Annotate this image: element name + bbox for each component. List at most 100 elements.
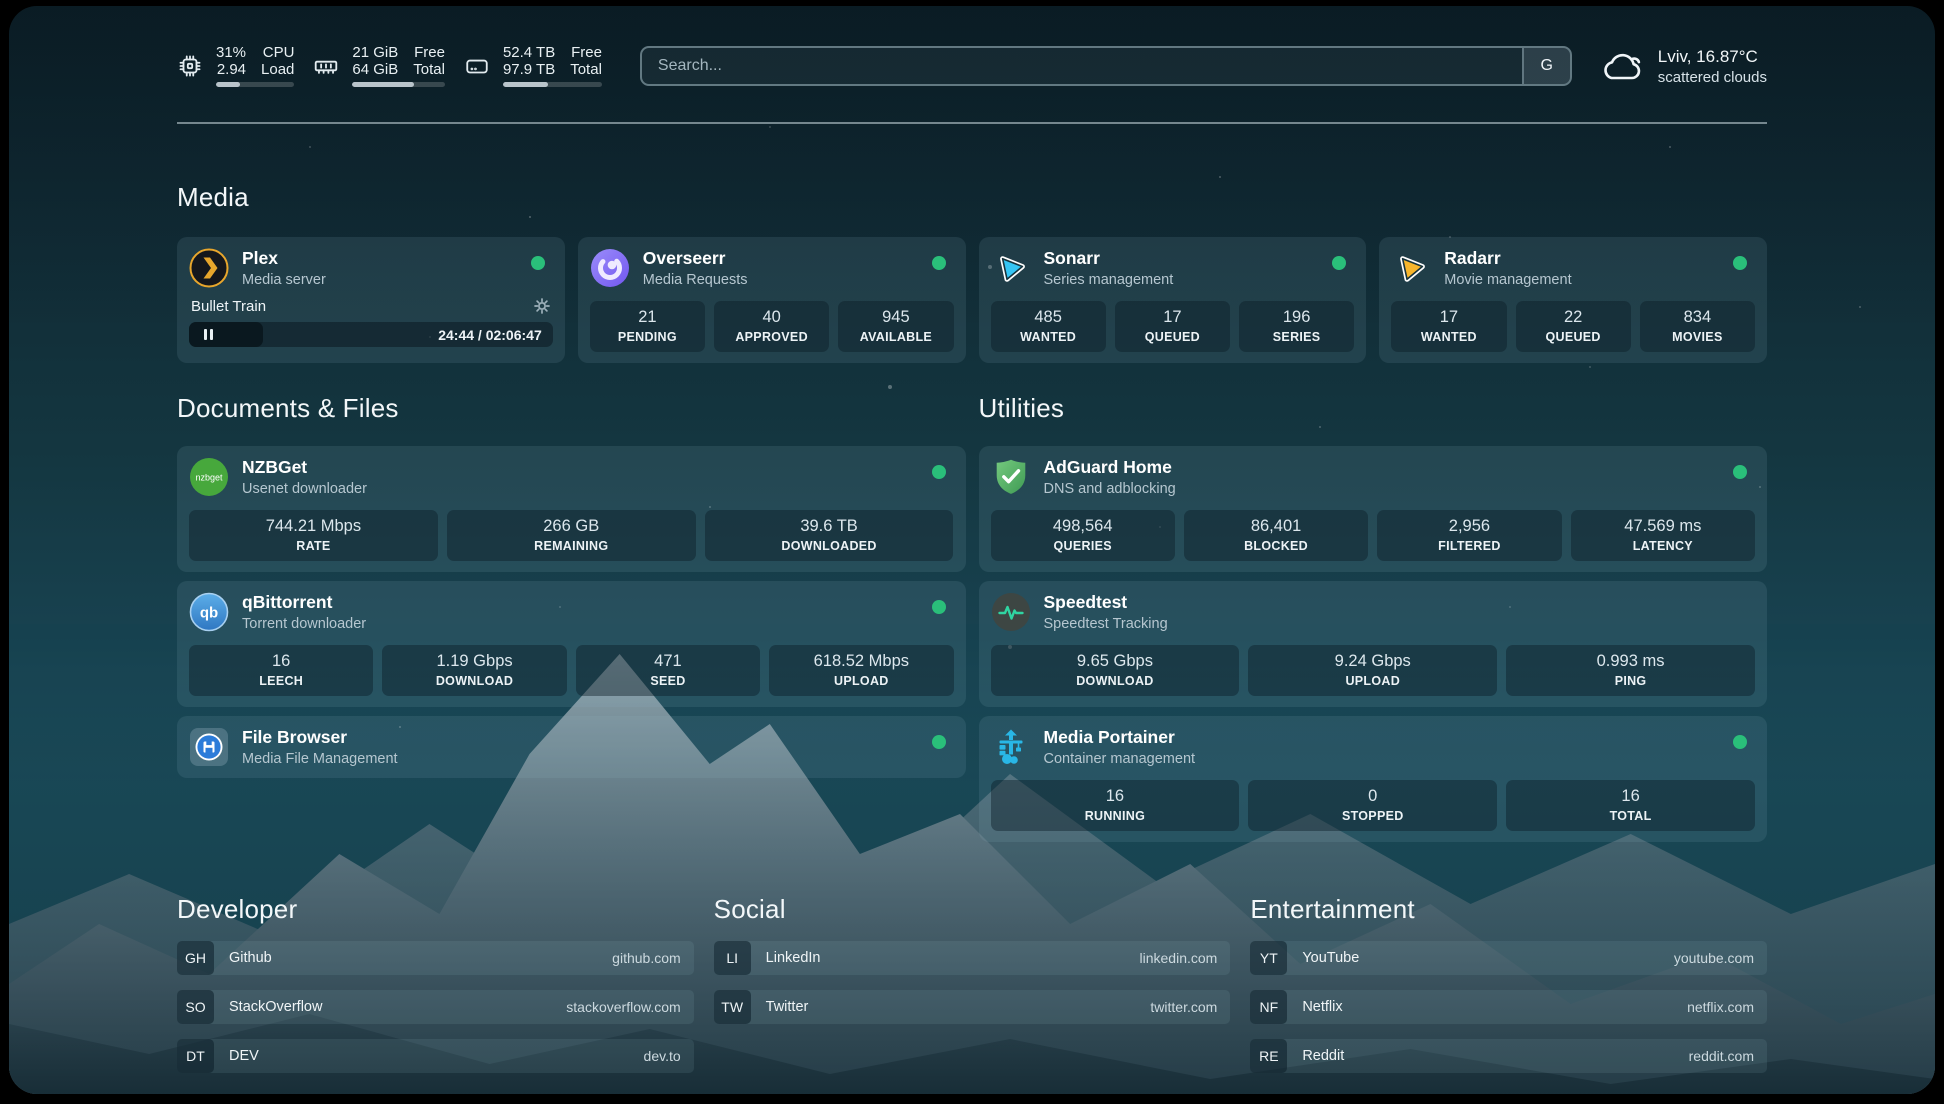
cpu-value-2: 2.94: [217, 62, 246, 78]
stat-approved: 40 APPROVED: [714, 301, 829, 352]
weather-condition: scattered clouds: [1658, 69, 1767, 86]
page-content: 31% CPU 2.94 Load: [9, 6, 1935, 1094]
bookmark-abbr: DT: [177, 1039, 214, 1073]
sonarr-stats: 485 WANTED 17 QUEUED 196 SERIES: [991, 301, 1355, 352]
disk-value-1: 52.4 TB: [503, 45, 555, 61]
overseerr-names: Overseerr Media Requests: [643, 248, 919, 288]
overseerr-card[interactable]: Overseerr Media Requests 21 PENDING 40 A…: [578, 237, 966, 363]
status-dot: [1733, 465, 1747, 479]
plex-now-playing: Bullet Train: [189, 297, 553, 315]
bookmark-url: github.com: [612, 950, 693, 966]
stat-label: WANTED: [997, 330, 1100, 344]
bookmark-dev[interactable]: DT DEV dev.to: [177, 1039, 694, 1073]
bookmark-group-title: Entertainment: [1250, 894, 1767, 925]
stat-label: PING: [1512, 674, 1749, 688]
plex-progress-bar[interactable]: 24:44 / 02:06:47: [189, 322, 553, 347]
memory-readout: 21 GiB Free 64 GiB Total: [352, 45, 445, 87]
status-dot: [932, 600, 946, 614]
svg-text:qb: qb: [200, 605, 218, 622]
stat-queued: 17 QUEUED: [1115, 301, 1230, 352]
svg-text:nzbget: nzbget: [195, 473, 223, 483]
pause-button[interactable]: [189, 322, 263, 347]
service-title: Plex: [242, 248, 518, 269]
stat-value: 40: [720, 308, 823, 327]
speedtest-stats: 9.65 Gbps DOWNLOAD 9.24 Gbps UPLOAD 0.99…: [991, 645, 1756, 696]
stat-label: DOWNLOAD: [388, 674, 560, 688]
cpu-readout: 31% CPU 2.94 Load: [216, 45, 294, 87]
sonarr-card[interactable]: Sonarr Series management 485 WANTED 17 Q…: [979, 237, 1367, 363]
pause-icon: [204, 329, 207, 340]
overseerr-stats: 21 PENDING 40 APPROVED 945 AVAILABLE: [590, 301, 954, 352]
stat-label: LEECH: [195, 674, 367, 688]
bookmark-netflix[interactable]: NF Netflix netflix.com: [1250, 990, 1767, 1024]
portainer-stats: 16 RUNNING 0 STOPPED 16 TOTAL: [991, 780, 1756, 831]
filebrowser-card[interactable]: File Browser Media File Management: [177, 716, 966, 778]
service-title: Media Portainer: [1044, 727, 1721, 748]
service-desc: Series management: [1044, 272, 1320, 288]
stat-wanted: 17 WANTED: [1391, 301, 1506, 352]
bookmark-name: Reddit: [1302, 1048, 1688, 1064]
adguard-card[interactable]: AdGuard Home DNS and adblocking 498,564 …: [979, 446, 1768, 572]
search-input[interactable]: [642, 48, 1522, 84]
filebrowser-header: File Browser Media File Management: [189, 727, 954, 767]
nzbget-card[interactable]: nzbget NZBGet Usenet downloader 744.21 M…: [177, 446, 966, 572]
bookmark-linkedin[interactable]: LI LinkedIn linkedin.com: [714, 941, 1231, 975]
cpu-widget: 31% CPU 2.94 Load: [177, 45, 294, 87]
bookmark-stackoverflow[interactable]: SO StackOverflow stackoverflow.com: [177, 990, 694, 1024]
stat-label: RATE: [195, 539, 432, 553]
stat-label: FILTERED: [1383, 539, 1555, 553]
bookmark-twitter[interactable]: TW Twitter twitter.com: [714, 990, 1231, 1024]
bookmark-github[interactable]: GH Github github.com: [177, 941, 694, 975]
service-title: qBittorrent: [242, 592, 919, 613]
stat-value: 17: [1397, 308, 1500, 327]
memory-widget: 21 GiB Free 64 GiB Total: [313, 45, 445, 87]
bookmark-reddit[interactable]: RE Reddit reddit.com: [1250, 1039, 1767, 1073]
speedtest-card[interactable]: Speedtest Speedtest Tracking 9.65 Gbps D…: [979, 581, 1768, 707]
stat-leech: 16 LEECH: [189, 645, 373, 696]
qbittorrent-stats: 16 LEECH 1.19 Gbps DOWNLOAD 471 SEED: [189, 645, 954, 696]
nzbget-icon: nzbget: [189, 457, 229, 497]
stat-value: 17: [1121, 308, 1224, 327]
stat-label: UPLOAD: [775, 674, 947, 688]
qbittorrent-names: qBittorrent Torrent downloader: [242, 592, 919, 632]
dashboard: 31% CPU 2.94 Load: [9, 6, 1935, 1094]
memory-label-1: Free: [414, 45, 445, 61]
status-dot: [932, 465, 946, 479]
bookmark-abbr: RE: [1250, 1039, 1287, 1073]
stat-value: 471: [582, 652, 754, 671]
stat-upload: 618.52 Mbps UPLOAD: [769, 645, 953, 696]
adguard-stats: 498,564 QUERIES 86,401 BLOCKED 2,956 FIL…: [991, 510, 1756, 561]
speedtest-icon: [991, 592, 1031, 632]
plex-card[interactable]: Plex Media server Bullet Train: [177, 237, 565, 363]
gear-icon[interactable]: [533, 297, 551, 315]
radarr-card[interactable]: Radarr Movie management 17 WANTED 22 QUE…: [1379, 237, 1767, 363]
stat-label: BLOCKED: [1190, 539, 1362, 553]
stat-download: 9.65 Gbps DOWNLOAD: [991, 645, 1240, 696]
stat-value: 618.52 Mbps: [775, 652, 947, 671]
radarr-header: Radarr Movie management: [1391, 248, 1755, 288]
stat-wanted: 485 WANTED: [991, 301, 1106, 352]
service-desc: Movie management: [1444, 272, 1720, 288]
stat-value: 9.24 Gbps: [1254, 652, 1491, 671]
service-desc: DNS and adblocking: [1044, 481, 1721, 497]
documents-column: Documents & Files nzbget NZBGet Usenet d…: [177, 393, 966, 778]
stat-upload: 9.24 Gbps UPLOAD: [1248, 645, 1497, 696]
stat-series: 196 SERIES: [1239, 301, 1354, 352]
search-provider-button[interactable]: G: [1522, 48, 1570, 84]
stat-value: 945: [844, 308, 947, 327]
bookmark-name: Netflix: [1302, 999, 1687, 1015]
service-desc: Speedtest Tracking: [1044, 616, 1756, 632]
status-dot: [1332, 256, 1346, 270]
memory-label-2: Total: [413, 62, 445, 78]
filebrowser-icon: [189, 727, 229, 767]
stat-latency: 47.569 ms LATENCY: [1571, 510, 1755, 561]
stat-label: STOPPED: [1254, 809, 1491, 823]
bookmark-youtube[interactable]: YT YouTube youtube.com: [1250, 941, 1767, 975]
qbittorrent-card[interactable]: qb qBittorrent Torrent downloader 16: [177, 581, 966, 707]
stat-download: 1.19 Gbps DOWNLOAD: [382, 645, 566, 696]
stat-value: 834: [1646, 308, 1749, 327]
disk-readout: 52.4 TB Free 97.9 TB Total: [503, 45, 602, 87]
memory-progress-fill: [352, 82, 414, 87]
stat-label: LATENCY: [1577, 539, 1749, 553]
portainer-card[interactable]: Media Portainer Container management 16 …: [979, 716, 1768, 842]
